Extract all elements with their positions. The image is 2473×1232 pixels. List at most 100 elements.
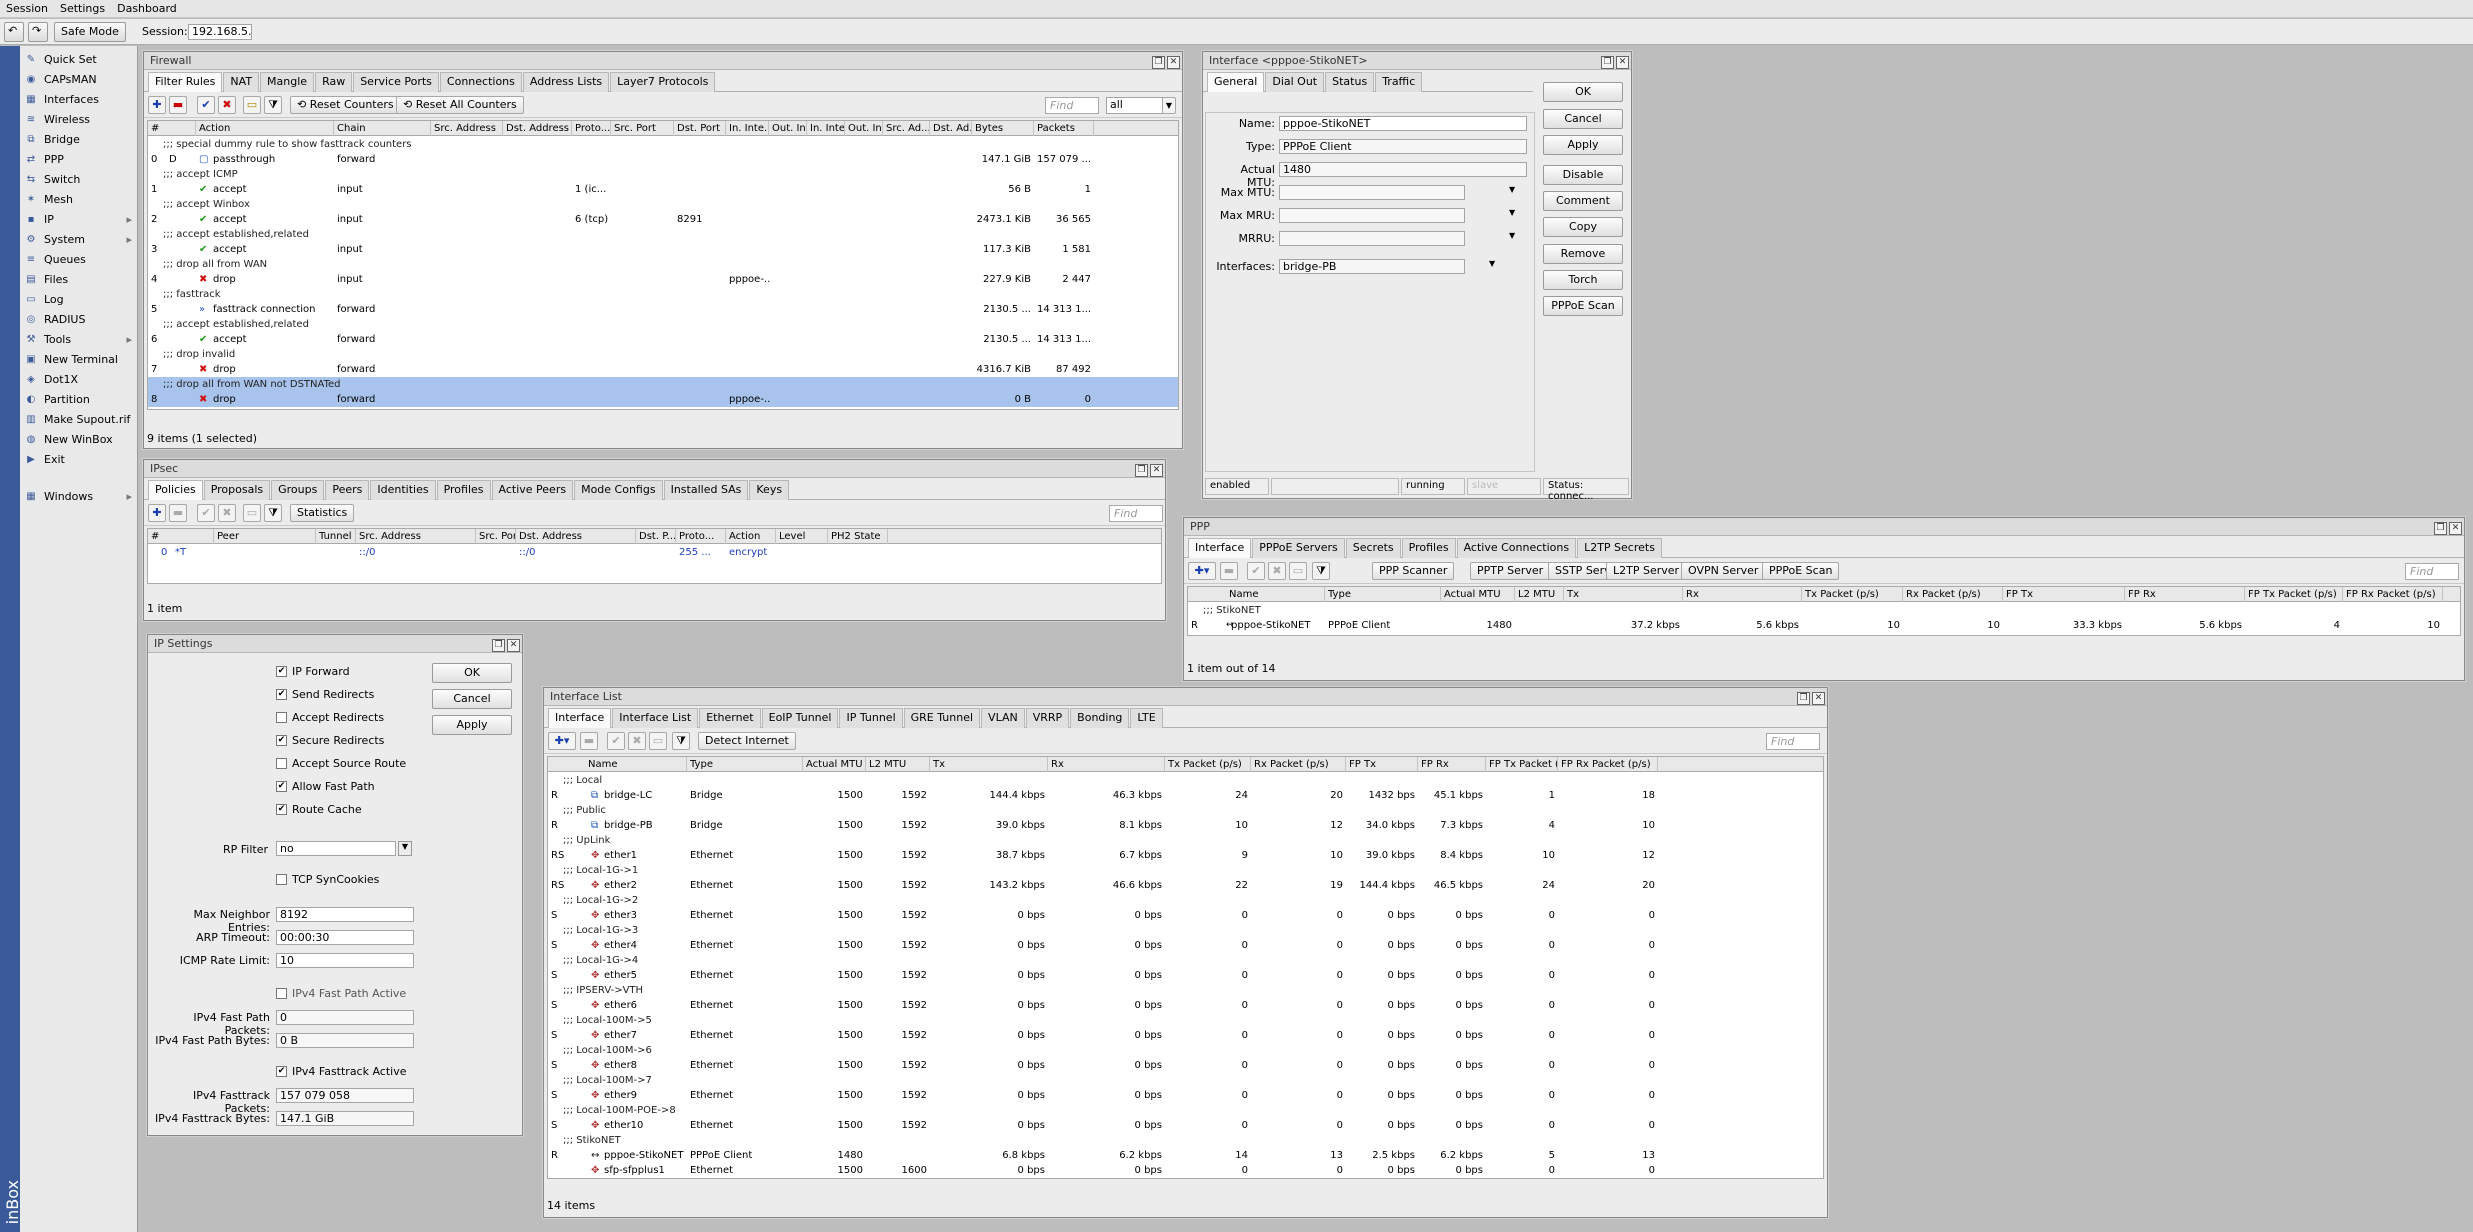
statistics-button[interactable]: Statistics: [290, 504, 355, 522]
tab-nat[interactable]: NAT: [223, 72, 260, 92]
sidebar-item-windows[interactable]: ▦ Windows ▸: [22, 488, 136, 506]
tab-profiles[interactable]: Profiles: [436, 480, 491, 500]
pppoe-scan-button[interactable]: PPPoE Scan: [1762, 562, 1840, 580]
disable-button[interactable]: Disable: [1543, 165, 1623, 185]
field-input[interactable]: 00:00:30: [276, 930, 414, 945]
session-field[interactable]: 192.168.5.1: [188, 24, 252, 40]
remove-icon[interactable]: ▬: [169, 504, 187, 522]
cancel-button[interactable]: Cancel: [1543, 109, 1623, 129]
column-header[interactable]: Src. Port: [611, 121, 674, 136]
ok-button[interactable]: OK: [1543, 82, 1623, 102]
restore-icon[interactable]: ❐: [1601, 56, 1614, 69]
tab-identities[interactable]: Identities: [370, 480, 436, 500]
rule-comment[interactable]: ;;; special dummy rule to show fasttrack…: [148, 137, 1178, 152]
name-field[interactable]: pppoe-StikoNET: [1279, 116, 1527, 131]
window-title[interactable]: IPsec ❐ ✕: [144, 460, 1165, 478]
menu-session[interactable]: Session: [0, 0, 54, 17]
sidebar-item-wireless[interactable]: ≋ Wireless: [22, 111, 136, 129]
tab-connections[interactable]: Connections: [439, 72, 522, 92]
filter-icon[interactable]: ⧩: [264, 96, 282, 114]
column-header[interactable]: Packets: [1034, 121, 1094, 136]
torch-button[interactable]: Torch: [1543, 270, 1623, 290]
l2tp-server-button[interactable]: L2TP Server: [1606, 562, 1687, 580]
table-row[interactable]: 3 ✔ accept input 117.3 KiB 1 581: [148, 242, 1178, 257]
table-row[interactable]: Sether5 Ethernet 1500 1592 0 bps 0 bps 0 0 0 bps…: [548, 968, 1823, 983]
row-comment[interactable]: ;;; Local-1G->1: [548, 863, 1823, 878]
reset-all-counters-button[interactable]: ⟲ Reset All Counters: [396, 96, 524, 114]
tab-peers[interactable]: Peers: [325, 480, 370, 500]
remove-button[interactable]: Remove: [1543, 244, 1623, 264]
column-header[interactable]: Action: [726, 529, 776, 544]
tab-active-peers[interactable]: Active Peers: [491, 480, 574, 500]
window-title[interactable]: Firewall ❐ ✕: [144, 52, 1182, 70]
reset-counters-button[interactable]: ⟲ Reset Counters: [290, 96, 401, 114]
table-row[interactable]: sfp-sfpplus1 Ethernet 1500 1600 0 bps 0 bps 0 0…: [548, 1163, 1823, 1178]
column-header[interactable]: Src. Address: [431, 121, 503, 136]
column-header[interactable]: L2 MTU: [866, 757, 930, 772]
add-icon[interactable]: ✚▾: [1188, 562, 1216, 580]
tab-filter-rules[interactable]: Filter Rules: [148, 72, 223, 92]
enable-icon[interactable]: ✔: [197, 504, 215, 522]
find-input[interactable]: Find: [1766, 733, 1820, 750]
close-icon[interactable]: ✕: [507, 639, 520, 652]
tab-mangle[interactable]: Mangle: [260, 72, 315, 92]
tab-bonding[interactable]: Bonding: [1070, 708, 1130, 728]
disable-icon[interactable]: ✖: [628, 732, 646, 750]
tab-groups[interactable]: Groups: [271, 480, 325, 500]
detect-internet-button[interactable]: Detect Internet: [698, 732, 796, 750]
tab-active-connections[interactable]: Active Connections: [1456, 538, 1577, 558]
sidebar-item-radius[interactable]: ◎ RADIUS: [22, 311, 136, 329]
sidebar-item-switch[interactable]: ⇆ Switch: [22, 171, 136, 189]
ovpn-server-button[interactable]: OVPN Server: [1681, 562, 1766, 580]
disable-icon[interactable]: ✖: [218, 96, 236, 114]
row-comment[interactable]: ;;; StikoNET: [548, 1133, 1823, 1148]
row-comment[interactable]: ;;; Local-1G->2: [548, 893, 1823, 908]
field-input[interactable]: 10: [276, 953, 414, 968]
max-mru-field[interactable]: [1279, 208, 1465, 223]
table-row[interactable]: Rpppoe-StikoNET PPPoE Client 1480 37.2 kbps…: [1188, 618, 2460, 633]
enable-icon[interactable]: ✔: [607, 732, 625, 750]
row-comment[interactable]: ;;; UpLink: [548, 833, 1823, 848]
sidebar-item-make-supout-rif[interactable]: ▥ Make Supout.rif: [22, 411, 136, 429]
comment-icon[interactable]: ▭: [243, 96, 261, 114]
column-header[interactable]: Name: [1226, 587, 1325, 602]
column-header[interactable]: Proto...: [572, 121, 611, 136]
disable-icon[interactable]: ✖: [1268, 562, 1286, 580]
send-redirects-checkbox[interactable]: ✔ Send Redirects: [276, 688, 374, 702]
table-row[interactable]: RS ether2 Ethernet 1500 1592 143.2 kbps 46.6 k…: [548, 878, 1823, 893]
column-header[interactable]: Dst. Port: [674, 121, 726, 136]
tab-mode-configs[interactable]: Mode Configs: [574, 480, 663, 500]
column-header[interactable]: L2 MTU: [1515, 587, 1564, 602]
table-row[interactable]: Sether4 Ethernet 1500 1592 0 bps 0 bps 0 0 0 bps…: [548, 938, 1823, 953]
row-comment[interactable]: ;;; Local: [548, 773, 1823, 788]
column-header[interactable]: Tx Packet (p/s): [1165, 757, 1251, 772]
window-title[interactable]: IP Settings ❐ ✕: [148, 635, 522, 653]
apply-button[interactable]: Apply: [432, 715, 512, 735]
column-header[interactable]: PH2 State: [828, 529, 888, 544]
sidebar-item-new-terminal[interactable]: ▣ New Terminal: [22, 351, 136, 369]
row-comment[interactable]: ;;; StikoNET: [1188, 603, 2460, 618]
pppoe-scan-button[interactable]: PPPoE Scan: [1543, 296, 1623, 316]
column-header[interactable]: Type: [687, 757, 803, 772]
table-row[interactable]: Sether9 Ethernet 1500 1592 0 bps 0 bps 0 0 0 bps…: [548, 1088, 1823, 1103]
tab-pppoe-servers[interactable]: PPPoE Servers: [1252, 538, 1345, 558]
column-header[interactable]: Chain: [334, 121, 431, 136]
redo-icon[interactable]: ↷: [28, 22, 48, 42]
rule-comment[interactable]: ;;; accept ICMP: [148, 167, 1178, 182]
filter-icon[interactable]: ⧩: [1312, 562, 1330, 580]
chevron-down-icon[interactable]: ▼: [1509, 185, 1515, 194]
close-icon[interactable]: ✕: [1616, 56, 1629, 69]
type-field[interactable]: PPPoE Client: [1279, 139, 1527, 154]
window-title[interactable]: Interface <pppoe-StikoNET> ❐ ✕: [1203, 52, 1631, 70]
tab-installed-sas[interactable]: Installed SAs: [663, 480, 749, 500]
disable-icon[interactable]: ✖: [218, 504, 236, 522]
tcp-syncookies-checkbox[interactable]: TCP SynCookies: [276, 873, 379, 887]
table-row[interactable]: 2 ✔ accept input 6 (tcp) 8291 2473.1 KiB 36 565: [148, 212, 1178, 227]
row-comment[interactable]: ;;; Local-100M->5: [548, 1013, 1823, 1028]
column-header[interactable]: FP Rx Packet (p/s): [1558, 757, 1658, 772]
column-header[interactable]: Proto...: [676, 529, 726, 544]
copy-button[interactable]: Copy: [1543, 217, 1623, 237]
tab-eoip-tunnel[interactable]: EoIP Tunnel: [761, 708, 839, 728]
comment-button[interactable]: Comment: [1543, 191, 1623, 211]
comment-icon[interactable]: ▭: [243, 504, 261, 522]
